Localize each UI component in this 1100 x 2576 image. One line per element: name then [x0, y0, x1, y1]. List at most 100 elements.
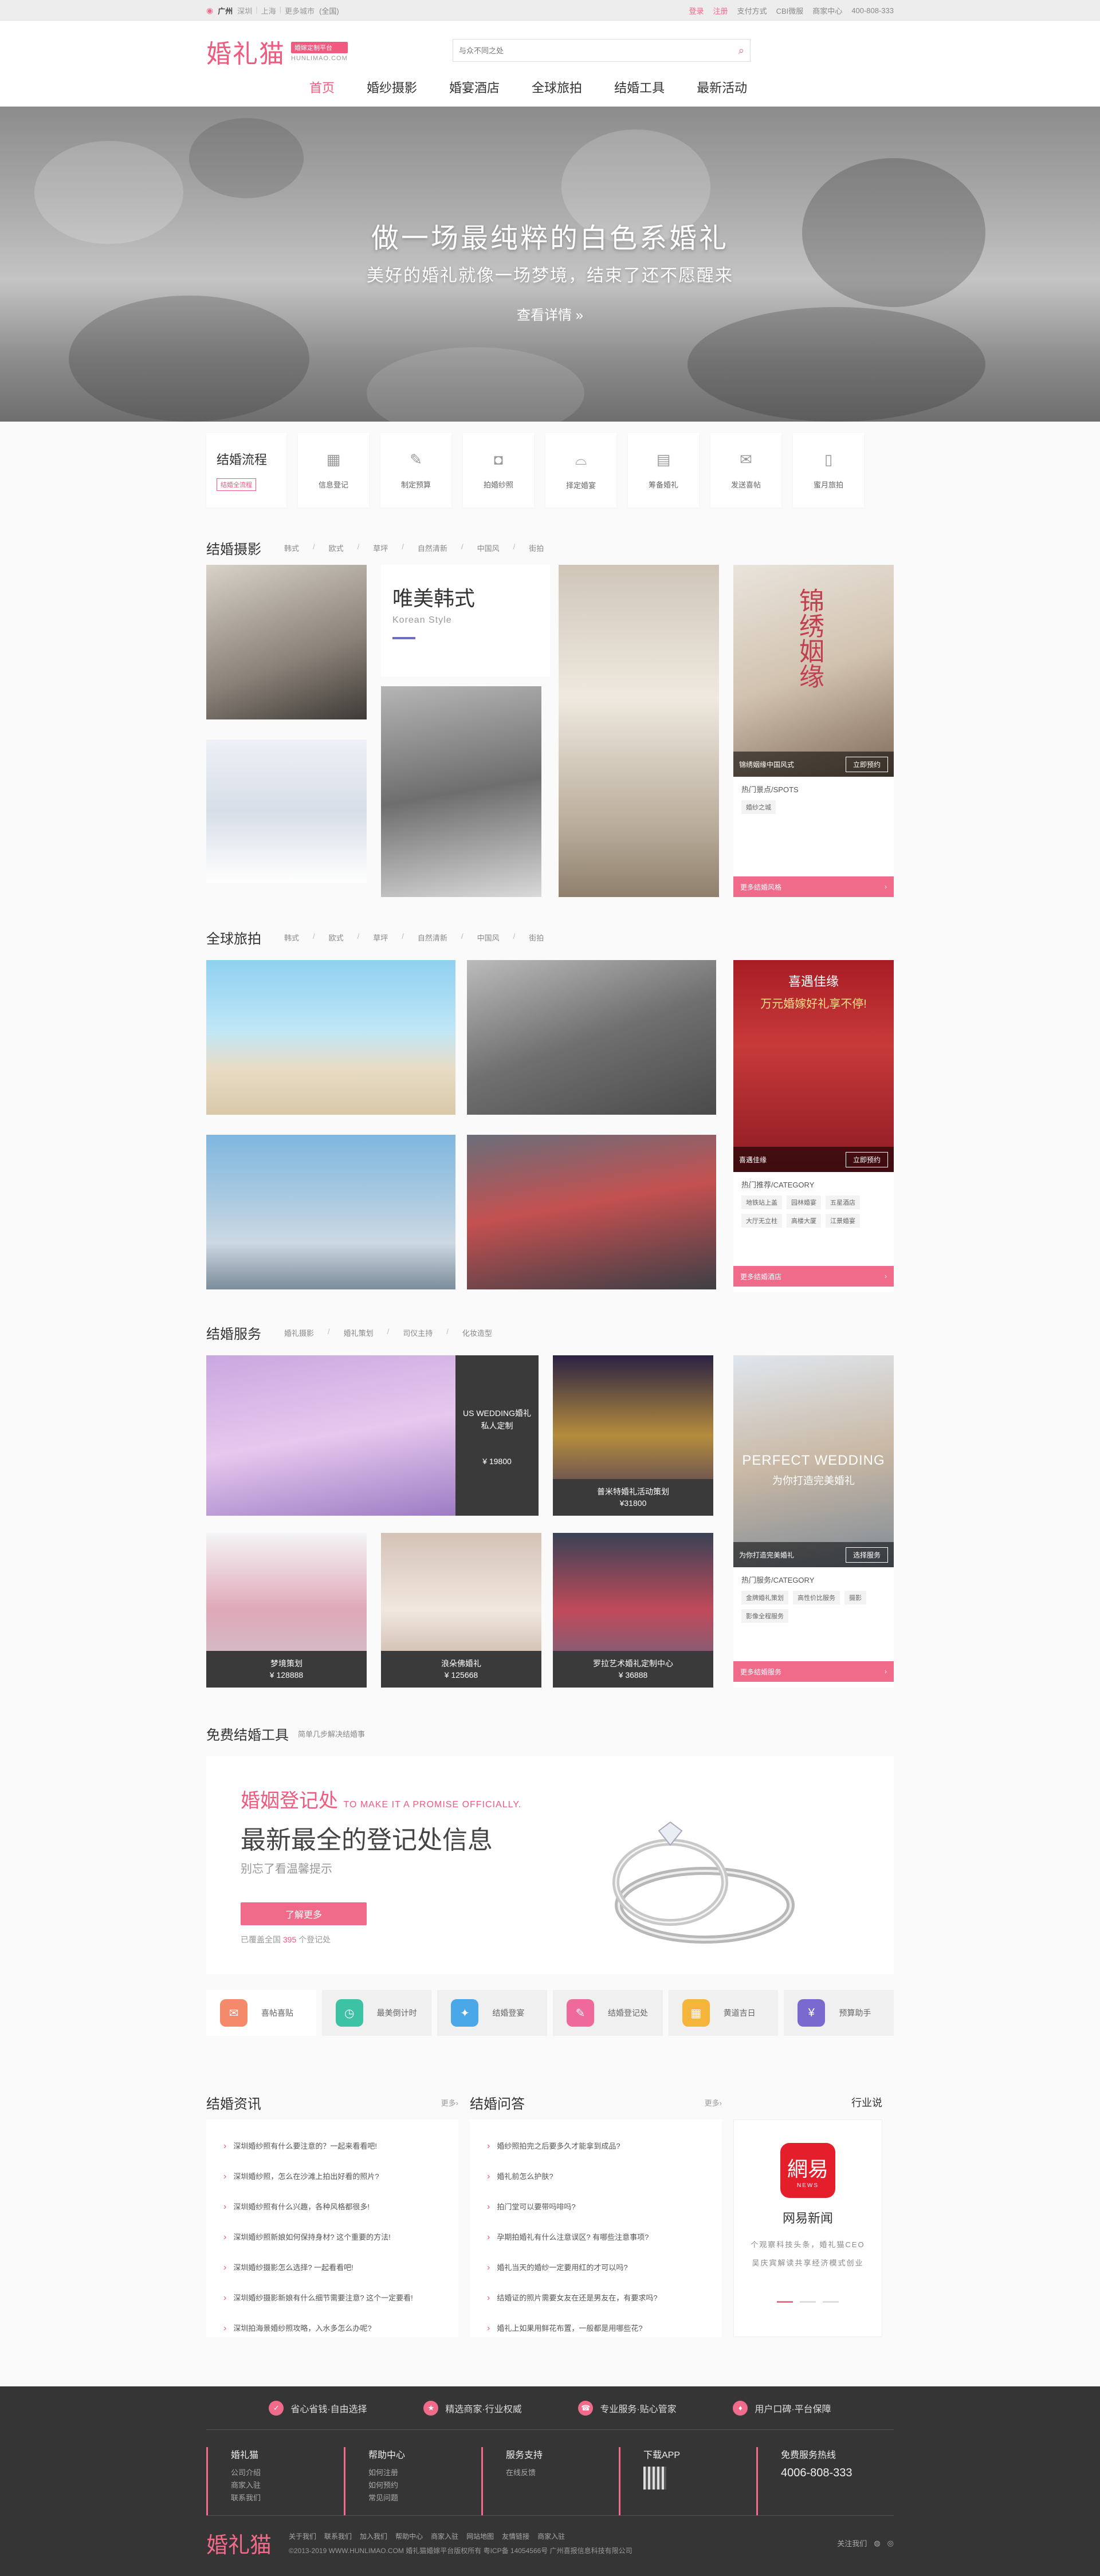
- wedding-photo[interactable]: [206, 740, 367, 883]
- tab-host[interactable]: 司仪主持: [403, 1327, 433, 1338]
- category-chip[interactable]: 江景婚宴: [826, 1214, 860, 1228]
- qa-item[interactable]: 拍门堂可以要带吗啡吗?: [487, 2192, 705, 2222]
- qa-item[interactable]: 结婚证的照片需要女友在还是男友在，有要求吗?: [487, 2283, 705, 2313]
- nav-wedding-photo[interactable]: 婚纱摄影: [367, 78, 417, 102]
- tool-item[interactable]: ◷ 最美倒计时: [321, 1990, 432, 2036]
- news-item[interactable]: 深圳婚纱照有什么兴趣，各种风格都很多!: [223, 2192, 441, 2222]
- news-item[interactable]: 深圳婚纱摄影怎么选择? 一起看看吧!: [223, 2252, 441, 2283]
- qa-item[interactable]: 孕期拍婚礼有什么注意误区? 有哪些注意事项?: [487, 2222, 705, 2252]
- city-link[interactable]: 上海: [261, 5, 276, 16]
- register-link[interactable]: 注册: [713, 5, 728, 16]
- wedding-photo[interactable]: [206, 565, 367, 719]
- tab-street[interactable]: 街拍: [529, 932, 544, 943]
- merchant-center-link[interactable]: 商家中心: [812, 5, 842, 16]
- login-link[interactable]: 登录: [689, 5, 704, 16]
- wechat-icon[interactable]: ◍: [874, 2539, 880, 2548]
- tab-korean[interactable]: 韩式: [284, 932, 299, 943]
- tool-item[interactable]: ✎ 结婚登记处: [553, 1990, 663, 2036]
- category-chip[interactable]: 高楼大厦: [787, 1214, 821, 1228]
- tool-item[interactable]: ▦ 黄道吉日: [668, 1990, 779, 2036]
- tool-item[interactable]: ¥ 预算助手: [784, 1990, 894, 2036]
- process-step[interactable]: ⌓ 择定婚宴: [545, 433, 616, 508]
- tab-chinese[interactable]: 中国风: [477, 932, 500, 943]
- qa-item[interactable]: 婚礼前怎么护肤?: [487, 2161, 705, 2192]
- process-step[interactable]: ✉ 发送喜帖: [710, 433, 781, 508]
- category-chip[interactable]: 摄影: [844, 1591, 866, 1604]
- wedding-photo[interactable]: [381, 686, 541, 897]
- news-item[interactable]: 深圳婚纱照新娘如何保持身材? 这个重要的方法!: [223, 2222, 441, 2252]
- promo-image[interactable]: 锦绣姻缘 锦绣姻缘中国风式 立即预约: [733, 565, 894, 777]
- tab-european[interactable]: 欧式: [329, 932, 344, 943]
- nav-wedding-tools[interactable]: 结婚工具: [614, 78, 665, 102]
- promo-image[interactable]: 喜遇佳缘 万元婚嫁好礼享不停! 喜遇佳缘 立即预约: [733, 960, 894, 1172]
- qa-item[interactable]: 婚礼当天的婚纱一定要用红的才可以吗?: [487, 2252, 705, 2283]
- process-step[interactable]: ▤ 筹备婚礼: [628, 433, 699, 508]
- qa-item[interactable]: 婚礼上如果用鲜花布置，一般都是用哪些花?: [487, 2313, 705, 2343]
- tab-chinese[interactable]: 中国风: [477, 542, 500, 553]
- payment-link[interactable]: 支付方式: [737, 5, 767, 16]
- process-step[interactable]: ◘ 拍婚纱照: [463, 433, 534, 508]
- nav-banquet-hotel[interactable]: 婚宴酒店: [449, 78, 500, 102]
- travel-photo[interactable]: [206, 1135, 455, 1289]
- tab-korean[interactable]: 韩式: [284, 542, 299, 553]
- service-card[interactable]: 罗拉艺术婚礼定制中心 ¥ 36888: [553, 1533, 713, 1688]
- travel-photo[interactable]: [467, 1135, 716, 1289]
- tool-item[interactable]: ✉ 喜帖喜贴: [206, 1990, 316, 2036]
- more-styles-link[interactable]: 更多结婚风格 ›: [733, 876, 894, 897]
- process-step[interactable]: ▯ 蜜月旅拍: [793, 433, 864, 508]
- wedding-photo[interactable]: [559, 565, 719, 897]
- news-item[interactable]: 深圳婚纱摄影新娘有什么细节需要注意? 这个一定要看!: [223, 2283, 441, 2313]
- travel-photo[interactable]: [467, 960, 716, 1115]
- news-item[interactable]: 深圳拍海景婚纱照攻略，入水多怎么办呢?: [223, 2313, 441, 2343]
- tab-lawn[interactable]: 草坪: [373, 932, 388, 943]
- carousel-dot[interactable]: [800, 2301, 816, 2303]
- category-chip[interactable]: 地铁站上盖: [741, 1195, 782, 1209]
- city-link[interactable]: 深圳: [237, 5, 252, 16]
- more-hotels-link[interactable]: 更多结婚酒店 ›: [733, 1266, 894, 1287]
- process-step[interactable]: ▦ 信息登记: [298, 433, 369, 508]
- qa-item[interactable]: 婚纱照拍完之后要多久才能拿到成品?: [487, 2131, 705, 2161]
- more-services-link[interactable]: 更多结婚服务 ›: [733, 1661, 894, 1682]
- tab-natural[interactable]: 自然清新: [418, 932, 447, 943]
- hero-banner[interactable]: 做一场最纯粹的白色系婚礼 美好的婚礼就像一场梦境，结束了还不愿醒来 查看详情 »: [0, 107, 1100, 422]
- process-badge[interactable]: 结婚全流程: [217, 478, 256, 491]
- site-logo[interactable]: 婚礼猫 婚嫁定制平台 HUNLIMAO.COM: [206, 33, 348, 70]
- process-step[interactable]: ✎ 制定预算: [380, 433, 451, 508]
- search-input[interactable]: [459, 46, 738, 55]
- news-item[interactable]: 深圳婚纱照有什么要注意的？一起来看看吧!: [223, 2131, 441, 2161]
- category-chip[interactable]: 高性价比服务: [793, 1591, 840, 1604]
- category-chip[interactable]: 金牌婚礼策划: [741, 1591, 788, 1604]
- travel-photo[interactable]: [206, 960, 455, 1115]
- tab-planning[interactable]: 婚礼策划: [344, 1327, 374, 1338]
- news-item[interactable]: 深圳婚纱照，怎么在沙滩上拍出好看的照片?: [223, 2161, 441, 2192]
- cbi-link[interactable]: CBI微服: [776, 5, 804, 16]
- carousel-dot[interactable]: [823, 2301, 839, 2303]
- city-selector[interactable]: ◉ 广州 深圳 | 上海 | 更多城市 (全国): [206, 5, 339, 16]
- city-link[interactable]: 更多城市: [285, 5, 315, 16]
- weibo-icon[interactable]: ◎: [887, 2539, 894, 2548]
- category-chip[interactable]: 五星酒店: [826, 1195, 860, 1209]
- book-now-button[interactable]: 立即预约: [845, 1151, 888, 1167]
- service-card-info[interactable]: US WEDDING婚礼私人定制 ¥ 19800: [455, 1355, 539, 1516]
- tab-street[interactable]: 街拍: [529, 542, 544, 553]
- more-link[interactable]: 更多›: [441, 2097, 458, 2108]
- search-icon[interactable]: ⌕: [738, 45, 744, 57]
- tab-photography[interactable]: 婚礼摄影: [284, 1327, 314, 1338]
- tab-lawn[interactable]: 草坪: [373, 542, 388, 553]
- more-link[interactable]: 更多›: [705, 2097, 722, 2108]
- service-card[interactable]: 梦境策划 ¥ 128888: [206, 1533, 367, 1688]
- service-card[interactable]: 普米特婚礼活动策划 ¥31800: [553, 1355, 713, 1516]
- promo-image[interactable]: PERFECT WEDDING 为你打造完美婚礼 为你打造完美婚礼 选择服务: [733, 1355, 894, 1567]
- tab-natural[interactable]: 自然清新: [418, 542, 447, 553]
- nav-latest-events[interactable]: 最新活动: [697, 78, 747, 102]
- learn-more-button[interactable]: 了解更多: [241, 1902, 367, 1925]
- carousel-dot[interactable]: [777, 2301, 793, 2303]
- nav-home[interactable]: 首页: [309, 78, 335, 102]
- category-chip[interactable]: 园林婚宴: [787, 1195, 821, 1209]
- qr-code-icon[interactable]: [643, 2467, 666, 2490]
- tab-makeup[interactable]: 化妆造型: [462, 1327, 492, 1338]
- spot-chip[interactable]: 婚纱之城: [741, 800, 776, 814]
- tool-item[interactable]: ✦ 结婚登宴: [437, 1990, 548, 2036]
- category-chip[interactable]: 大厅无立柱: [741, 1214, 782, 1228]
- tab-european[interactable]: 欧式: [329, 542, 344, 553]
